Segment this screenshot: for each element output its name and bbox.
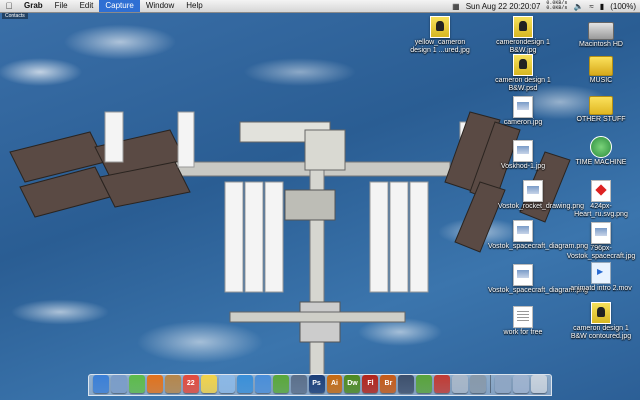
menu-bar:  Grab File Edit Capture Window Help ▦ S… — [0, 0, 640, 13]
stack-icon[interactable] — [290, 375, 307, 393]
menu-help[interactable]: Help — [180, 0, 208, 12]
menu-capture[interactable]: Capture — [99, 0, 140, 12]
desktop-icon-label: yellow_cameron design 1 ...ured.jpg — [410, 39, 470, 54]
desktop-icon-file[interactable]: Vostok_spacecraft_diagram.png — [488, 220, 589, 251]
desktop-icon-label: cameron design 1 B&W.psd — [495, 77, 551, 92]
menu-edit[interactable]: Edit — [74, 0, 100, 12]
image-file-icon — [591, 222, 611, 244]
desktop-icon-file[interactable]: Vostok_spacecraft_diagram.png — [488, 264, 589, 295]
iphoto-icon[interactable] — [398, 375, 415, 393]
desktop-icon-file[interactable]: cameron design 1 B&W contoured.jpg — [566, 302, 636, 341]
status-area: ▦ Sun Aug 22 20:20:07 0.0KB/s 0.0KB/s 🔈 … — [452, 1, 640, 11]
desktop-icon-label: Vostok_spacecraft_diagram.png — [488, 243, 589, 250]
net-down: 0.0KB/s — [546, 5, 568, 11]
image-file-icon — [430, 16, 450, 38]
mail-icon[interactable] — [110, 375, 127, 393]
desktop-icon-label: Macintosh HD — [579, 41, 623, 48]
image-file-icon — [513, 220, 533, 242]
desktop-icon-label: OTHER STUFF — [576, 116, 626, 123]
desktop-icon-file[interactable]: 796px-Vostok_spacecraft.jpg — [566, 222, 636, 261]
image-file-icon — [591, 180, 611, 202]
image-file-icon — [513, 96, 533, 118]
desktop-icon-label: 424px-Heart_ru.svg.png — [574, 203, 628, 218]
preview-icon[interactable] — [218, 375, 235, 393]
menu-file[interactable]: File — [49, 0, 74, 12]
photoshop-icon[interactable]: Ps — [308, 375, 325, 393]
hard-drive-icon — [588, 22, 614, 40]
documents-stack-icon[interactable] — [513, 375, 530, 393]
grab-icon[interactable] — [470, 375, 487, 393]
contacts-widget-tab[interactable]: Contacts — [2, 13, 28, 19]
desktop-icon-file[interactable]: cameron.jpg — [488, 96, 558, 127]
battery-percent: (100%) — [610, 1, 636, 11]
dreamweaver-icon[interactable]: Dw — [344, 375, 361, 393]
clock-datetime[interactable]: Sun Aug 22 20:20:07 — [466, 2, 541, 11]
desktop-icon-folder[interactable]: MUSIC — [566, 56, 636, 85]
network-stats: 0.0KB/s 0.0KB/s — [546, 1, 567, 11]
calendar-icon[interactable]: ▦ — [452, 2, 460, 11]
toolbox-icon[interactable] — [434, 375, 451, 393]
image-file-icon — [513, 264, 533, 286]
music-folder-icon — [589, 56, 613, 76]
addressbook-icon[interactable] — [164, 375, 181, 393]
desktop-icon-label: animatd intro 2.mov — [570, 285, 632, 292]
desktop-icon-file[interactable]: cameron design 1 B&W.psd — [488, 54, 558, 93]
desktop-icon-label: Vostok_spacecraft_diagram.png — [488, 287, 589, 294]
utorrent-icon[interactable] — [416, 375, 433, 393]
ical-icon[interactable]: 22 — [182, 375, 199, 393]
desktop-icon-label: Vostok_rocket_drawing.png — [498, 203, 584, 210]
desktop-icon-file[interactable]: work for free — [488, 306, 558, 337]
desktop-icon-label: Voskhod-1.jpg — [500, 163, 546, 170]
desktop-icon-label: cameron.jpg — [503, 119, 543, 126]
desktop-icon-drive[interactable]: TIME MACHINE — [566, 136, 636, 167]
stickies-icon[interactable] — [200, 375, 217, 393]
volume-icon[interactable]: 🔈 — [573, 2, 583, 11]
desktop-icon-label: MUSIC — [589, 77, 613, 84]
folder-icon — [589, 96, 613, 115]
flash-icon[interactable]: Fl — [362, 375, 379, 393]
illustrator-icon[interactable]: Ai — [326, 375, 343, 393]
desktop-icon-file[interactable]: Vostok_rocket_drawing.png — [498, 180, 584, 211]
bridge-icon[interactable]: Br — [380, 375, 397, 393]
itunes-icon[interactable] — [254, 375, 271, 393]
apple-icon[interactable]:  — [0, 1, 18, 11]
desktop-icon-folder[interactable]: OTHER STUFF — [566, 96, 636, 124]
movie-file-icon — [591, 262, 611, 284]
ichat-icon[interactable] — [128, 375, 145, 393]
battery-icon[interactable]: ▮ — [600, 2, 604, 11]
trash-icon[interactable] — [531, 375, 548, 393]
dock: 22 Ps Ai Dw Fl Br — [88, 374, 552, 396]
image-file-icon — [513, 140, 533, 162]
desktop-icon-file[interactable]: camerondesign 1 B&W.jpg — [488, 16, 558, 55]
desktop-icon-file[interactable]: animatd intro 2.mov — [566, 262, 636, 293]
firefox-icon[interactable] — [146, 375, 163, 393]
image-file-icon — [591, 302, 611, 324]
image-file-icon — [513, 16, 533, 38]
finder-icon[interactable] — [92, 375, 109, 393]
desktop-icon-label: 796px-Vostok_spacecraft.jpg — [566, 245, 636, 260]
desktop-icon-label: TIME MACHINE — [575, 159, 627, 166]
image-file-icon — [523, 180, 543, 202]
desktop-icon-file[interactable]: Voskhod-1.jpg — [488, 140, 558, 171]
text-file-icon — [513, 306, 533, 328]
applications-stack-icon[interactable] — [495, 375, 512, 393]
desktop-icon-label: camerondesign 1 B&W.jpg — [496, 39, 550, 54]
desktop-icon-label: cameron design 1 B&W contoured.jpg — [570, 325, 632, 340]
desktop-icon-file[interactable]: 424px-Heart_ru.svg.png — [566, 180, 636, 219]
desktop-icon-label: work for free — [503, 329, 543, 336]
time-machine-icon — [590, 136, 612, 158]
menu-app-name[interactable]: Grab — [18, 0, 49, 12]
clock-icon[interactable] — [236, 375, 253, 393]
preview2-icon[interactable] — [452, 375, 469, 393]
desktop-icon-drive[interactable]: Macintosh HD — [566, 22, 636, 49]
desktop-icon-file[interactable]: yellow_cameron design 1 ...ured.jpg — [405, 16, 475, 55]
image-file-icon — [513, 54, 533, 76]
spotify-icon[interactable] — [272, 375, 289, 393]
wifi-icon[interactable]: ≈ — [589, 2, 593, 11]
dock-separator — [490, 375, 492, 393]
menu-window[interactable]: Window — [140, 0, 180, 12]
